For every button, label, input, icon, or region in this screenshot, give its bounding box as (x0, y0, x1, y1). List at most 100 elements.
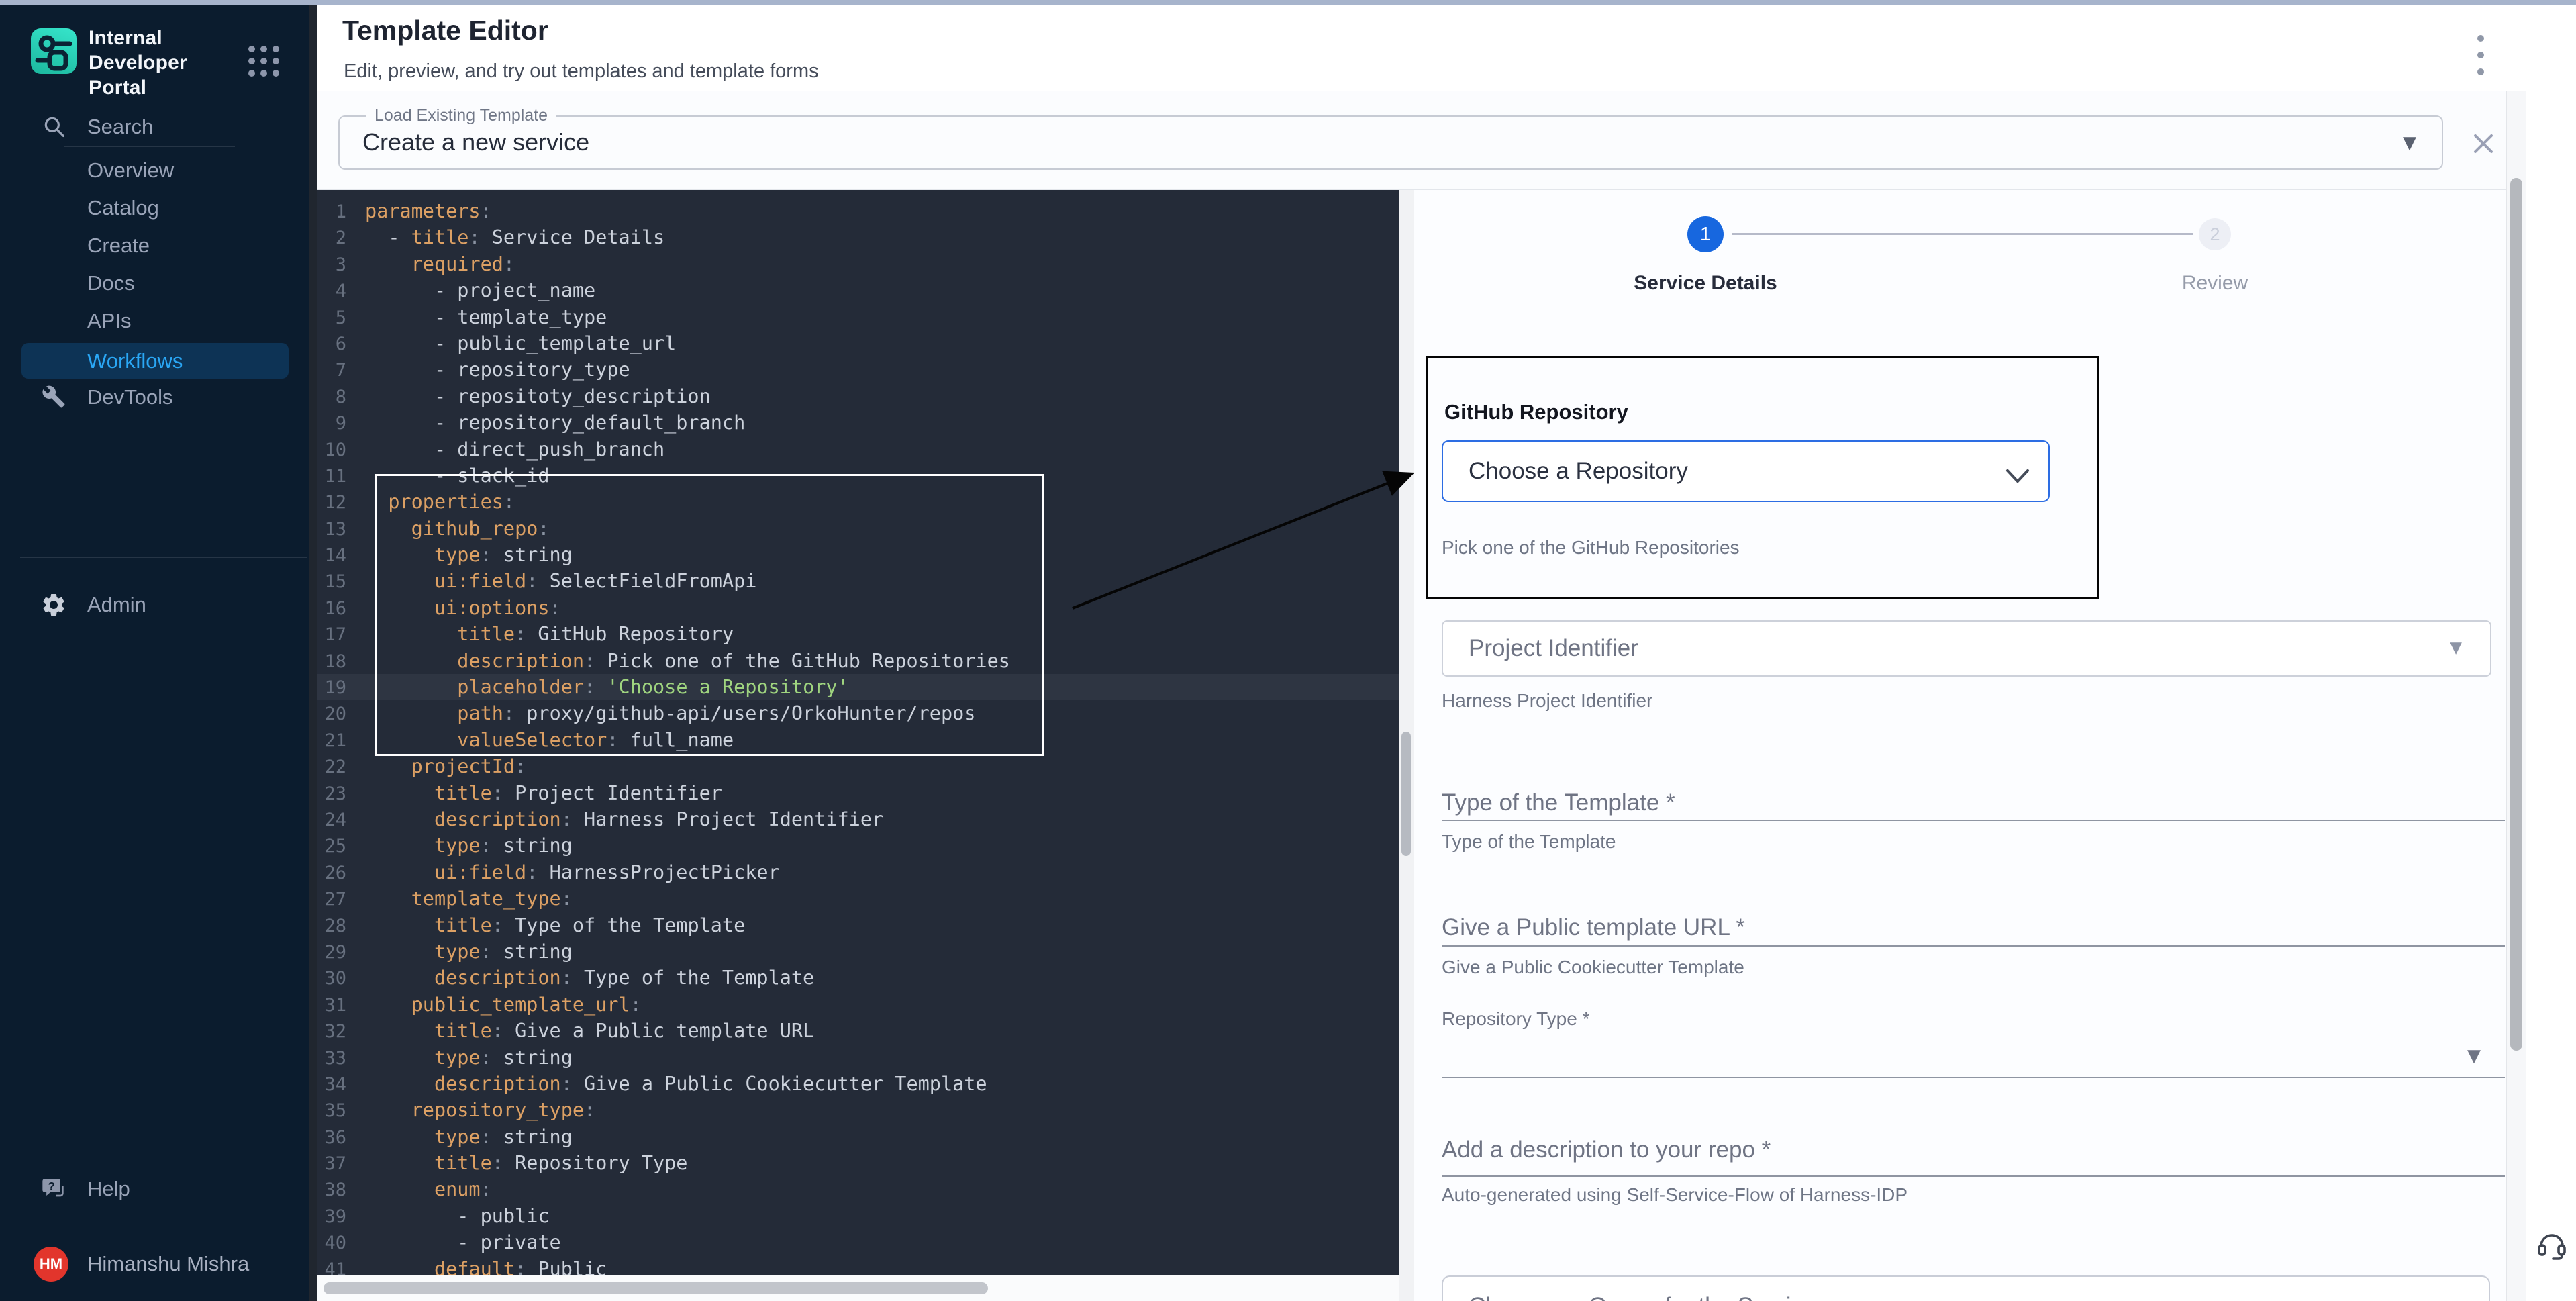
user-name: Himanshu Mishra (87, 1252, 249, 1276)
project-identifier-select[interactable]: Project Identifier ▼ (1442, 620, 2491, 677)
line-number: 37 (317, 1151, 346, 1177)
code-line-31: 31 public_template_url: (317, 992, 1399, 1018)
code-line-36: 36 type: string (317, 1124, 1399, 1150)
code-line-5: 5 - template_type (317, 304, 1399, 330)
sidebar-item-catalog[interactable]: Catalog (0, 191, 309, 226)
line-number: 38 (317, 1177, 346, 1203)
line-number: 13 (317, 516, 346, 542)
wrench-icon (42, 385, 67, 410)
app-switcher-grid-icon[interactable] (246, 43, 282, 79)
page-vscroll-thumb[interactable] (2510, 178, 2522, 1051)
sidebar-item-label: Docs (87, 271, 135, 295)
line-number: 4 (317, 278, 346, 304)
sidebar-item-docs[interactable]: Docs (0, 266, 309, 301)
line-number: 19 (317, 675, 346, 701)
line-number: 20 (317, 701, 346, 727)
owner-select[interactable]: Choose an Owner for the Service (1442, 1275, 2490, 1301)
template-type-input[interactable]: Type of the Template * (1442, 789, 1675, 816)
code-line-13: 13 github_repo: (317, 516, 1399, 542)
sidebar-item-label: Search (87, 115, 153, 139)
sidebar-item-label: Overview (87, 158, 174, 183)
sidebar-user[interactable]: HM Himanshu Mishra (0, 1243, 309, 1286)
code-line-37: 37 title: Repository Type (317, 1150, 1399, 1176)
sidebar: Internal Developer Portal Search Overview… (0, 5, 309, 1301)
code-line-25: 25 type: string (317, 832, 1399, 859)
code-line-29: 29 type: string (317, 938, 1399, 965)
code-line-9: 9 - repository_default_branch (317, 409, 1399, 436)
code-line-27: 27 template_type: (317, 885, 1399, 912)
project-identifier-placeholder: Project Identifier (1469, 635, 1638, 662)
svg-text:?: ? (48, 1180, 55, 1193)
editor-vscroll-thumb[interactable] (1401, 732, 1411, 856)
public-template-url-helper: Give a Public Cookiecutter Template (1442, 957, 1744, 978)
code-line-12: 12 properties: (317, 489, 1399, 515)
right-rail (2526, 5, 2576, 1301)
code-line-28: 28 title: Type of the Template (317, 912, 1399, 938)
editor-hscroll-thumb[interactable] (324, 1282, 988, 1294)
load-existing-template-select[interactable] (338, 115, 2443, 170)
code-line-21: 21 valueSelector: full_name (317, 727, 1399, 753)
line-number: 5 (317, 305, 346, 331)
app-title: Internal Developer Portal (89, 26, 250, 100)
line-number: 39 (317, 1204, 346, 1230)
public-template-url-input[interactable]: Give a Public template URL * (1442, 914, 1745, 941)
stepper-step-2[interactable]: 2 (2199, 218, 2231, 250)
sidebar-item-apis[interactable]: APIs (0, 303, 309, 338)
sidebar-item-help[interactable]: ? Help (0, 1171, 309, 1206)
load-existing-template-value: Create a new service (362, 128, 589, 156)
sidebar-item-devtools[interactable]: DevTools (0, 380, 309, 415)
editor-vertical-scrollbar[interactable] (1399, 190, 1414, 1301)
line-number: 3 (317, 252, 346, 278)
code-line-38: 38 enum: (317, 1176, 1399, 1202)
line-number: 17 (317, 622, 346, 648)
sidebar-item-search[interactable]: Search (0, 109, 309, 144)
sidebar-item-label: DevTools (87, 385, 173, 409)
yaml-code-editor[interactable]: 1parameters:2 - title: Service Details3 … (317, 190, 1399, 1301)
clear-template-icon[interactable] (2471, 132, 2495, 156)
repository-type-arrow-icon[interactable]: ▼ (2467, 1046, 2481, 1066)
line-number: 16 (317, 595, 346, 622)
template-type-underline (1442, 820, 2505, 821)
stepper-label-service-details: Service Details (1598, 272, 1813, 295)
line-number: 22 (317, 754, 346, 780)
stepper-step-1[interactable]: 1 (1687, 216, 1724, 252)
line-number: 26 (317, 860, 346, 886)
sidebar-item-admin[interactable]: Admin (0, 587, 309, 622)
content-left-strip (309, 5, 317, 1301)
code-line-7: 7 - repository_type (317, 356, 1399, 383)
sidebar-item-overview[interactable]: Overview (0, 153, 309, 188)
idp-logo[interactable] (31, 28, 77, 74)
line-number: 34 (317, 1071, 346, 1098)
line-number: 29 (317, 939, 346, 965)
page-subtitle: Edit, preview, and try out templates and… (344, 60, 819, 83)
page-vertical-scrollbar[interactable] (2506, 91, 2526, 1301)
support-headset-icon[interactable] (2536, 1228, 2568, 1261)
line-number: 12 (317, 489, 346, 516)
sidebar-item-workflows[interactable]: Workflows (21, 343, 289, 379)
code-line-6: 6 - public_template_url (317, 330, 1399, 356)
repository-type-label: Repository Type * (1442, 1008, 1590, 1030)
sidebar-item-create[interactable]: Create (0, 228, 309, 263)
sidebar-divider-top (64, 146, 235, 147)
line-number: 40 (317, 1230, 346, 1256)
line-number: 6 (317, 331, 346, 357)
form-annotation-box (1426, 356, 2099, 599)
sidebar-divider-admin (20, 557, 307, 558)
editor-horizontal-scrollbar[interactable] (317, 1275, 1399, 1301)
project-identifier-helper: Harness Project Identifier (1442, 690, 1652, 712)
code-line-3: 3 required: (317, 251, 1399, 277)
line-number: 24 (317, 807, 346, 833)
sidebar-item-label: Create (87, 234, 150, 258)
line-number: 15 (317, 569, 346, 595)
repository-type-underline[interactable] (1442, 1077, 2505, 1078)
line-number: 31 (317, 992, 346, 1018)
repo-description-helper: Auto-generated using Self-Service-Flow o… (1442, 1184, 1908, 1206)
code-line-10: 10 - direct_push_branch (317, 436, 1399, 463)
more-options-kebab-icon[interactable] (2474, 35, 2487, 75)
code-line-22: 22 projectId: (317, 753, 1399, 779)
line-number: 28 (317, 913, 346, 939)
repo-description-input[interactable]: Add a description to your repo * (1442, 1137, 1771, 1163)
gear-icon (40, 591, 67, 618)
line-number: 9 (317, 410, 346, 436)
code-line-33: 33 type: string (317, 1045, 1399, 1071)
